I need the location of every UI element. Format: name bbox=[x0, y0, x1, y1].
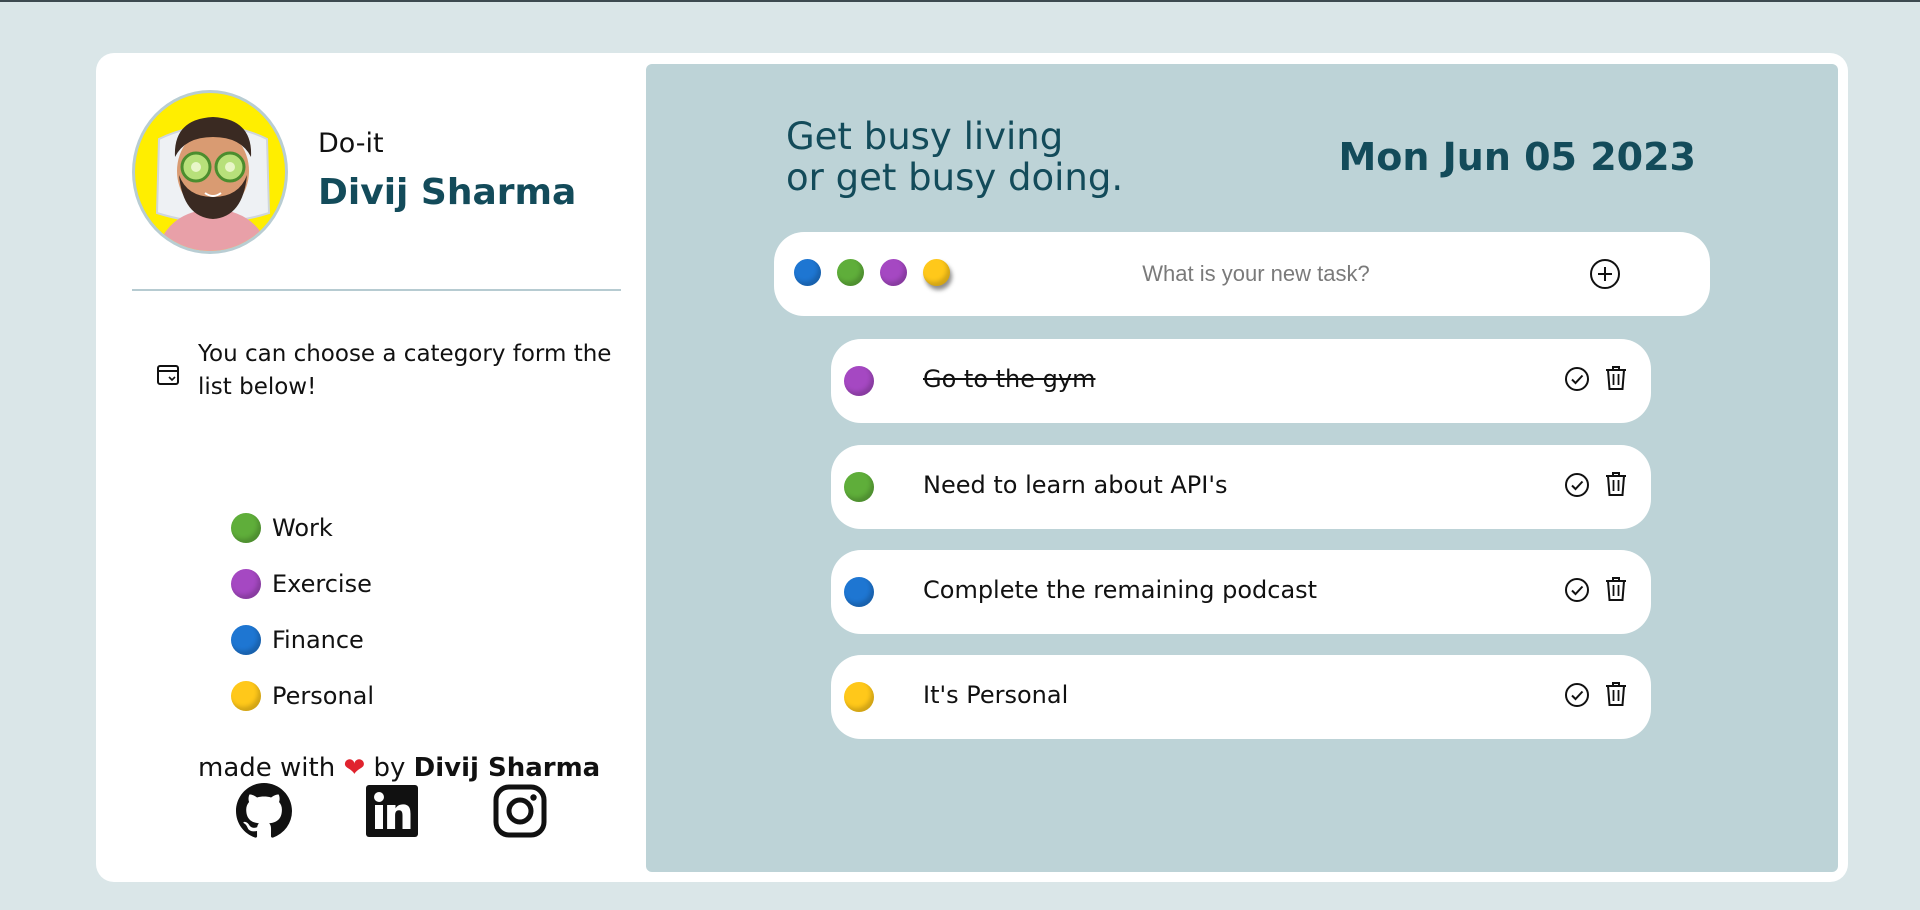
quote-line-2: or get busy doing. bbox=[786, 156, 1124, 199]
delete-task-button[interactable] bbox=[1604, 680, 1628, 708]
task-item: It's Personal bbox=[831, 655, 1651, 739]
app-name: Do-it bbox=[318, 128, 384, 159]
green-dot-icon bbox=[844, 472, 874, 502]
category-list: Work Exercise Finance Personal bbox=[231, 500, 374, 724]
category-personal[interactable]: Personal bbox=[231, 668, 374, 724]
calendar-icon bbox=[157, 365, 179, 385]
task-text: It's Personal bbox=[923, 681, 1069, 709]
complete-task-button[interactable] bbox=[1564, 682, 1590, 708]
quote-line-1: Get busy living bbox=[786, 115, 1064, 158]
linkedin-icon[interactable] bbox=[364, 783, 420, 839]
category-label: Work bbox=[272, 514, 333, 542]
footer-credit: made with ❤ by Divij Sharma bbox=[198, 753, 600, 783]
purple-dot-icon bbox=[231, 569, 261, 599]
category-label: Exercise bbox=[272, 570, 372, 598]
task-text: Go to the gym bbox=[923, 365, 1096, 393]
green-category-dot-icon[interactable] bbox=[837, 259, 864, 286]
new-task-input[interactable] bbox=[1036, 252, 1476, 296]
task-item: Go to the gym bbox=[831, 339, 1651, 423]
footer-by: by bbox=[373, 753, 406, 783]
category-label: Finance bbox=[272, 626, 364, 654]
yellow-dot-icon bbox=[231, 681, 261, 711]
purple-category-dot-icon[interactable] bbox=[880, 259, 907, 286]
footer-prefix: made with bbox=[198, 753, 336, 783]
user-name: Divij Sharma bbox=[318, 172, 577, 213]
github-icon[interactable] bbox=[236, 783, 292, 839]
quote: Get busy living or get busy doing. bbox=[786, 116, 1123, 198]
delete-task-button[interactable] bbox=[1604, 575, 1628, 603]
blue-dot-icon bbox=[231, 625, 261, 655]
task-item: Complete the remaining podcast bbox=[831, 550, 1651, 634]
app-card: Do-it Divij Sharma You can choose a cate… bbox=[96, 53, 1848, 882]
main-panel: Get busy living or get busy doing. Mon J… bbox=[646, 64, 1838, 872]
category-exercise[interactable]: Exercise bbox=[231, 556, 374, 612]
task-item: Need to learn about API's bbox=[831, 445, 1651, 529]
category-label: Personal bbox=[272, 682, 375, 710]
blue-dot-icon bbox=[844, 577, 874, 607]
category-hint: You can choose a category form the list … bbox=[198, 341, 612, 400]
sidebar-divider bbox=[132, 289, 621, 291]
complete-task-button[interactable] bbox=[1564, 366, 1590, 392]
delete-task-button[interactable] bbox=[1604, 470, 1628, 498]
footer-author: Divij Sharma bbox=[413, 753, 601, 783]
new-task-bar bbox=[774, 232, 1710, 316]
yellow-dot-icon bbox=[844, 682, 874, 712]
yellow-category-dot-icon[interactable] bbox=[923, 259, 950, 286]
complete-task-button[interactable] bbox=[1564, 577, 1590, 603]
instagram-icon[interactable] bbox=[492, 783, 548, 839]
top-border bbox=[0, 0, 1920, 2]
heart-icon: ❤ bbox=[343, 753, 366, 783]
blue-category-dot-icon[interactable] bbox=[794, 259, 821, 286]
category-picker bbox=[794, 259, 966, 286]
avatar bbox=[132, 90, 288, 254]
add-task-button[interactable] bbox=[1589, 258, 1621, 290]
delete-task-button[interactable] bbox=[1604, 364, 1628, 392]
complete-task-button[interactable] bbox=[1564, 472, 1590, 498]
category-finance[interactable]: Finance bbox=[231, 612, 374, 668]
purple-dot-icon bbox=[844, 366, 874, 396]
current-date: Mon Jun 05 2023 bbox=[1338, 135, 1696, 179]
task-text: Complete the remaining podcast bbox=[923, 576, 1318, 604]
green-dot-icon bbox=[231, 513, 261, 543]
task-text: Need to learn about API's bbox=[923, 471, 1228, 499]
category-work[interactable]: Work bbox=[231, 500, 374, 556]
